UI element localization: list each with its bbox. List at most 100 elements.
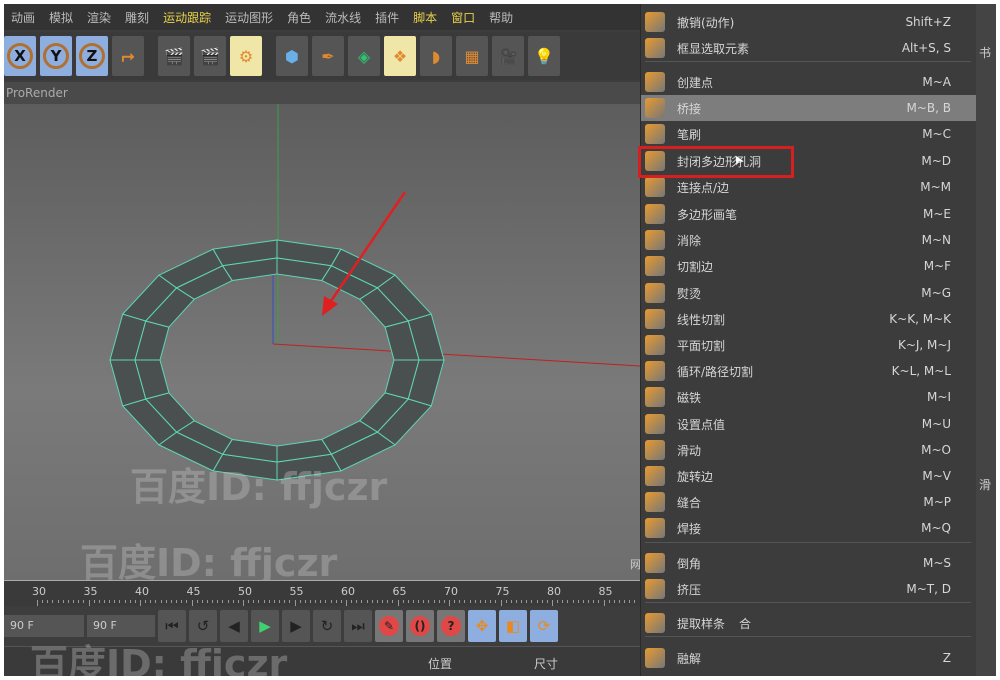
timeline-minor-tick — [119, 600, 121, 603]
deformer-button[interactable]: ◗ — [420, 36, 452, 76]
menu-item-melt[interactable]: 融解 Z — [641, 645, 977, 671]
menu-item-slide[interactable]: 滑动 M~O — [641, 437, 977, 463]
coordinate-system-button[interactable]: ⮣ — [112, 36, 144, 76]
menu-item-brush[interactable]: 笔刷 M~C — [641, 121, 977, 147]
cube-button[interactable]: ⬢ — [276, 36, 308, 76]
menu-item-set-point-value[interactable]: 设置点值 M~U — [641, 411, 977, 437]
menu-9[interactable]: 脚本 — [406, 9, 444, 26]
menu-2[interactable]: 渲染 — [80, 9, 118, 26]
menu-7[interactable]: 流水线 — [318, 9, 368, 26]
menu-item-create-point[interactable]: 创建点 M~A — [641, 69, 977, 95]
render-settings-button[interactable]: ⚙ — [230, 36, 262, 76]
menu-item-stitch[interactable]: 缝合 M~P — [641, 489, 977, 515]
axis-lock-z-button[interactable]: Z — [76, 36, 108, 76]
pen-spline-button[interactable]: ✒ — [312, 36, 344, 76]
timeline-minor-tick — [423, 600, 425, 603]
subdivision-button[interactable]: ◈ — [348, 36, 380, 76]
menu-item-loop-cut[interactable]: 循环/路径切割 K~L, M~L — [641, 358, 977, 384]
menu-item-polygon-pen[interactable]: 多边形画笔 M~E — [641, 201, 977, 227]
menu-6[interactable]: 角色 — [280, 9, 318, 26]
timeline-minor-tick — [371, 600, 373, 603]
key-position-button[interactable]: ✥ — [468, 610, 496, 642]
menu-item-spin-edge[interactable]: 旋转边 M~V — [641, 463, 977, 489]
timeline-minor-tick — [469, 600, 471, 603]
menu-item-frame-selected[interactable]: 框显选取元素 Alt+S, S — [641, 35, 977, 61]
timeline-minor-tick — [392, 600, 394, 603]
pen-spline-icon: ✒ — [321, 46, 335, 66]
go-to-end-button[interactable]: ⏭ — [344, 610, 372, 642]
timeline-minor-tick — [340, 600, 342, 603]
subdivision-icon: ◈ — [357, 46, 371, 66]
timeline-minor-tick — [263, 600, 265, 603]
menu-item-extract-spline[interactable]: 提取样条 — [641, 610, 977, 636]
render-picture-viewer-button[interactable]: 🎬 — [194, 36, 226, 76]
position-label: 位置 — [428, 657, 453, 671]
menu-item-bevel[interactable]: 倒角 M~S — [641, 550, 977, 576]
menu-1[interactable]: 模拟 — [42, 9, 80, 26]
light-icon: 💡 — [534, 46, 554, 66]
timeline-ruler[interactable]: 30 35 40 45 50 55 60 65 70 75 80 85 — [4, 580, 651, 606]
timeline-minor-tick — [284, 600, 286, 603]
timeline-minor-tick — [490, 600, 492, 603]
spin-edge-icon — [645, 466, 665, 486]
render-view-button[interactable]: 🎬 — [158, 36, 190, 76]
key-scale-button[interactable]: ◧ — [499, 610, 527, 642]
menu-item-bridge[interactable]: 桥接 M~B, B — [641, 95, 977, 121]
deformer-icon: ◗ — [431, 46, 441, 66]
timeline-minor-tick — [52, 600, 54, 603]
timeline-minor-tick — [165, 600, 167, 603]
menu-item-weld[interactable]: 焊接 M~Q — [641, 515, 977, 541]
keyframe-selection-button[interactable]: ? — [437, 610, 465, 642]
axis-lock-x-button[interactable]: X — [4, 36, 36, 76]
cloner-button[interactable]: ❖ — [384, 36, 416, 76]
timeline-minor-tick — [402, 600, 404, 603]
timeline-minor-tick — [222, 600, 224, 603]
menu-4[interactable]: 运动跟踪 — [156, 9, 218, 26]
record-button[interactable]: ✎ — [375, 610, 403, 642]
menu-item-iron[interactable]: 熨烫 M~G — [641, 280, 977, 306]
camera-button[interactable]: 🎥 — [492, 36, 524, 76]
timeline-minor-tick — [315, 600, 317, 603]
autokey-button[interactable]: () — [406, 610, 434, 642]
timeline-minor-tick — [479, 600, 481, 603]
timeline-tick: 85 — [598, 585, 613, 598]
menu-item-undo[interactable]: 撤销(动作) Shift+Z — [641, 9, 977, 35]
timeline-minor-tick — [531, 600, 533, 603]
timeline-minor-tick — [546, 600, 548, 603]
light-button[interactable]: 💡 — [528, 36, 560, 76]
menu-11[interactable]: 帮助 — [482, 9, 520, 26]
timeline-minor-tick — [608, 600, 610, 603]
timeline-minor-tick — [433, 600, 435, 603]
3d-viewport[interactable]: 百度ID: ffjczr 百度ID: ffjczr 网 — [4, 104, 641, 585]
torus-polygon-mesh — [109, 239, 445, 481]
timeline-minor-tick — [309, 600, 311, 603]
floor-button[interactable]: ▦ — [456, 36, 488, 76]
polygon-pen-icon — [645, 204, 665, 224]
menu-item-label: 框显选取元素 — [677, 41, 750, 56]
menu-item-extrude[interactable]: 挤压 M~T, D — [641, 576, 977, 602]
create-point-icon — [645, 72, 665, 92]
menu-item-label: 倒角 — [677, 556, 702, 571]
timeline-tick: 75 — [495, 585, 510, 598]
timeline-minor-tick — [459, 600, 461, 603]
axis-lock-y-button[interactable]: Y — [40, 36, 72, 76]
menu-item-knife[interactable]: 线性切割 K~K, M~K — [641, 306, 977, 332]
key-rotation-button[interactable]: ⟳ — [530, 610, 558, 642]
menu-item-magnet[interactable]: 磁铁 M~I — [641, 384, 977, 410]
menu-item-edge-cut[interactable]: 切割边 M~F — [641, 253, 977, 279]
menu-3[interactable]: 雕刻 — [118, 9, 156, 26]
menu-item-dissolve[interactable]: 消除 M~N — [641, 227, 977, 253]
menu-8[interactable]: 插件 — [368, 9, 406, 26]
menu-5[interactable]: 运动图形 — [218, 9, 280, 26]
timeline-minor-tick — [47, 600, 49, 603]
menu-item-label: 熨烫 — [677, 286, 702, 301]
question-icon: ? — [441, 616, 461, 636]
highlight-annotation-box — [638, 146, 794, 178]
axis-y-icon: Y — [43, 43, 69, 69]
coordinates-panel: 百度ID: ffjczr 位置 尺寸 — [4, 642, 644, 676]
menu-item-shortcut: Alt+S, S — [901, 41, 951, 55]
menu-item-plane-cut[interactable]: 平面切割 K~J, M~J — [641, 332, 977, 358]
menu-10[interactable]: 窗口 — [444, 9, 482, 26]
menu-0[interactable]: 动画 — [4, 9, 42, 26]
next-key-button[interactable]: ↻ — [313, 610, 341, 642]
